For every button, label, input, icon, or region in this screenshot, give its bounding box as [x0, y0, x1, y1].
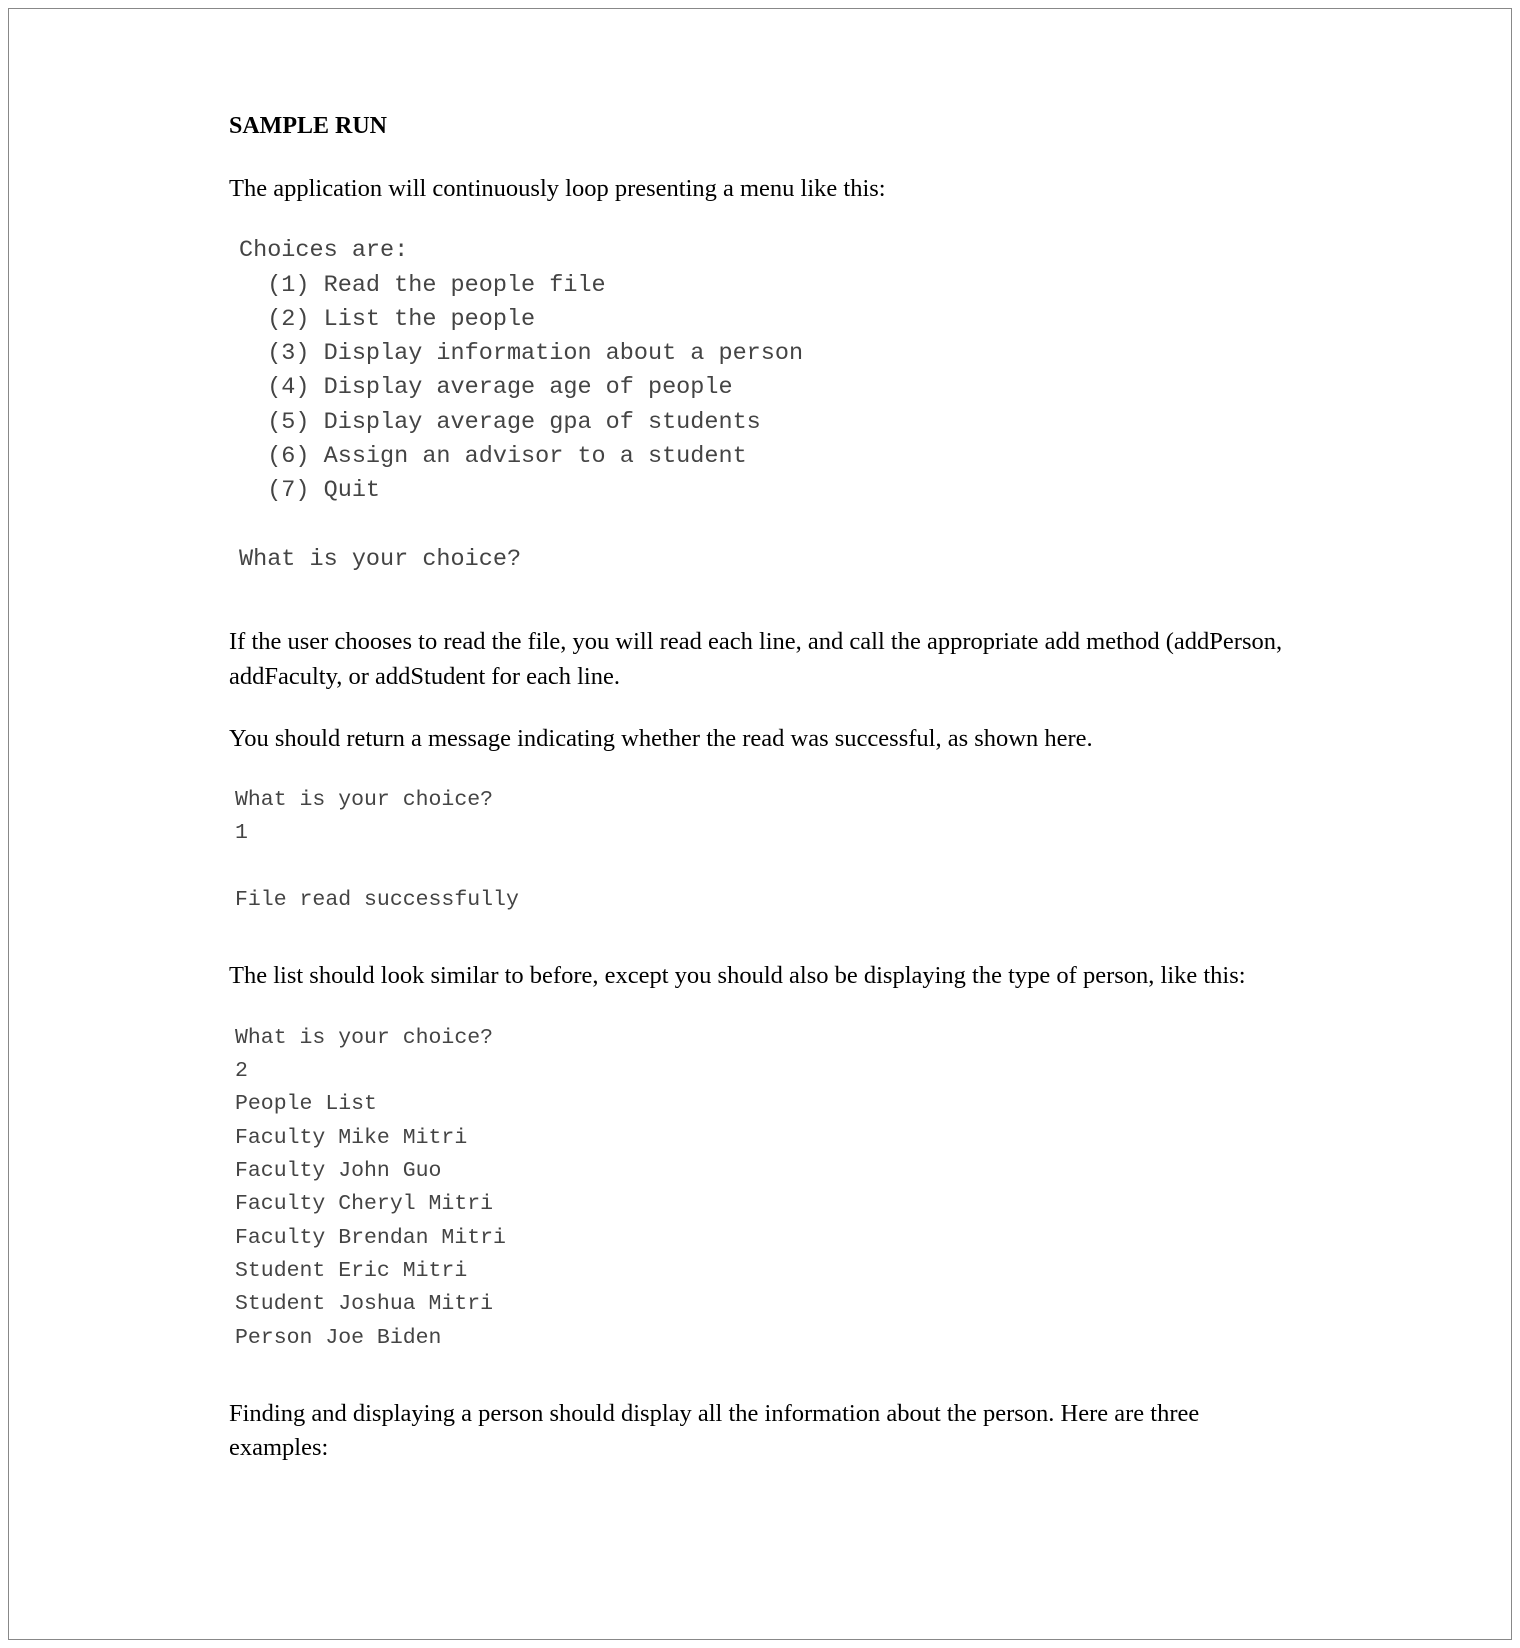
code-menu-choices: Choices are: (1) Read the people file (2…: [239, 234, 1291, 577]
code-people-list: What is your choice? 2 People List Facul…: [235, 1022, 1291, 1355]
paragraph-read-file: If the user chooses to read the file, yo…: [229, 625, 1291, 694]
document-page: SAMPLE RUN The application will continuo…: [8, 8, 1512, 1640]
section-heading: SAMPLE RUN: [229, 113, 1291, 140]
code-read-success: What is your choice? 1 File read success…: [235, 784, 1291, 917]
paragraph-intro: The application will continuously loop p…: [229, 172, 1291, 206]
paragraph-success-msg: You should return a message indicating w…: [229, 722, 1291, 756]
paragraph-display-person: Finding and displaying a person should d…: [229, 1397, 1291, 1466]
paragraph-list-intro: The list should look similar to before, …: [229, 959, 1291, 993]
